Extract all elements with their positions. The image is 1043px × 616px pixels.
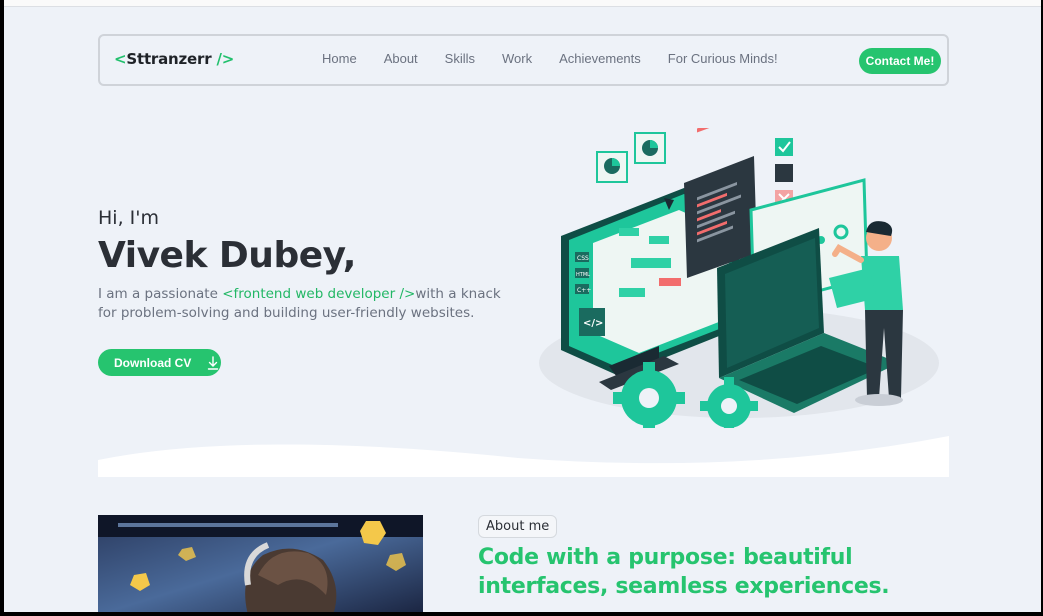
about-me-tag: About me [478, 515, 558, 538]
nav-link-about[interactable]: About [384, 51, 418, 66]
contact-me-button[interactable]: Contact Me! [859, 48, 941, 74]
browser-viewport: <Sttranzerr /> Home About Skills Work Ac… [4, 0, 1041, 612]
chart-bubbles [596, 132, 666, 183]
download-cv-button[interactable]: Download CV [98, 349, 221, 376]
site-logo[interactable]: <Sttranzerr /> [114, 50, 234, 68]
hero-desc-highlight: <frontend web developer /> [222, 286, 416, 302]
hero-desc-prefix: I am a passionate [98, 286, 223, 302]
nav-link-skills[interactable]: Skills [445, 51, 475, 66]
navbar: <Sttranzerr /> Home About Skills Work Ac… [98, 34, 949, 86]
ill-label-css: CSS [577, 255, 589, 262]
ill-label-html: HTML [576, 272, 590, 278]
ill-label-cpp: C++ [577, 287, 591, 294]
nav-links: Home About Skills Work Achievements For … [322, 51, 805, 66]
download-icon [208, 355, 219, 370]
nav-link-home[interactable]: Home [322, 51, 357, 66]
nav-link-achievements[interactable]: Achievements [559, 51, 641, 66]
logo-text: Sttranzerr [126, 50, 212, 68]
hero-description: I am a passionate <frontend web develope… [98, 285, 518, 323]
ill-label-code: </> [583, 318, 603, 329]
browser-top-strip [4, 0, 1041, 7]
wave-divider [98, 436, 949, 477]
developer-illustration: CSS HTML C++ </> [539, 128, 939, 428]
code-window-graphic [684, 128, 757, 278]
about-photo [98, 515, 423, 612]
nav-link-work[interactable]: Work [502, 51, 532, 66]
logo-open-bracket: < [114, 50, 127, 68]
about-heading: Code with a purpose: beautiful interface… [478, 545, 890, 599]
nav-link-curious-minds[interactable]: For Curious Minds! [668, 51, 778, 66]
download-cv-label: Download CV [114, 355, 192, 370]
hero-name: Vivek Dubey, [98, 235, 356, 276]
hero-greeting: Hi, I'm [98, 207, 159, 229]
logo-close-bracket: /> [216, 50, 235, 68]
